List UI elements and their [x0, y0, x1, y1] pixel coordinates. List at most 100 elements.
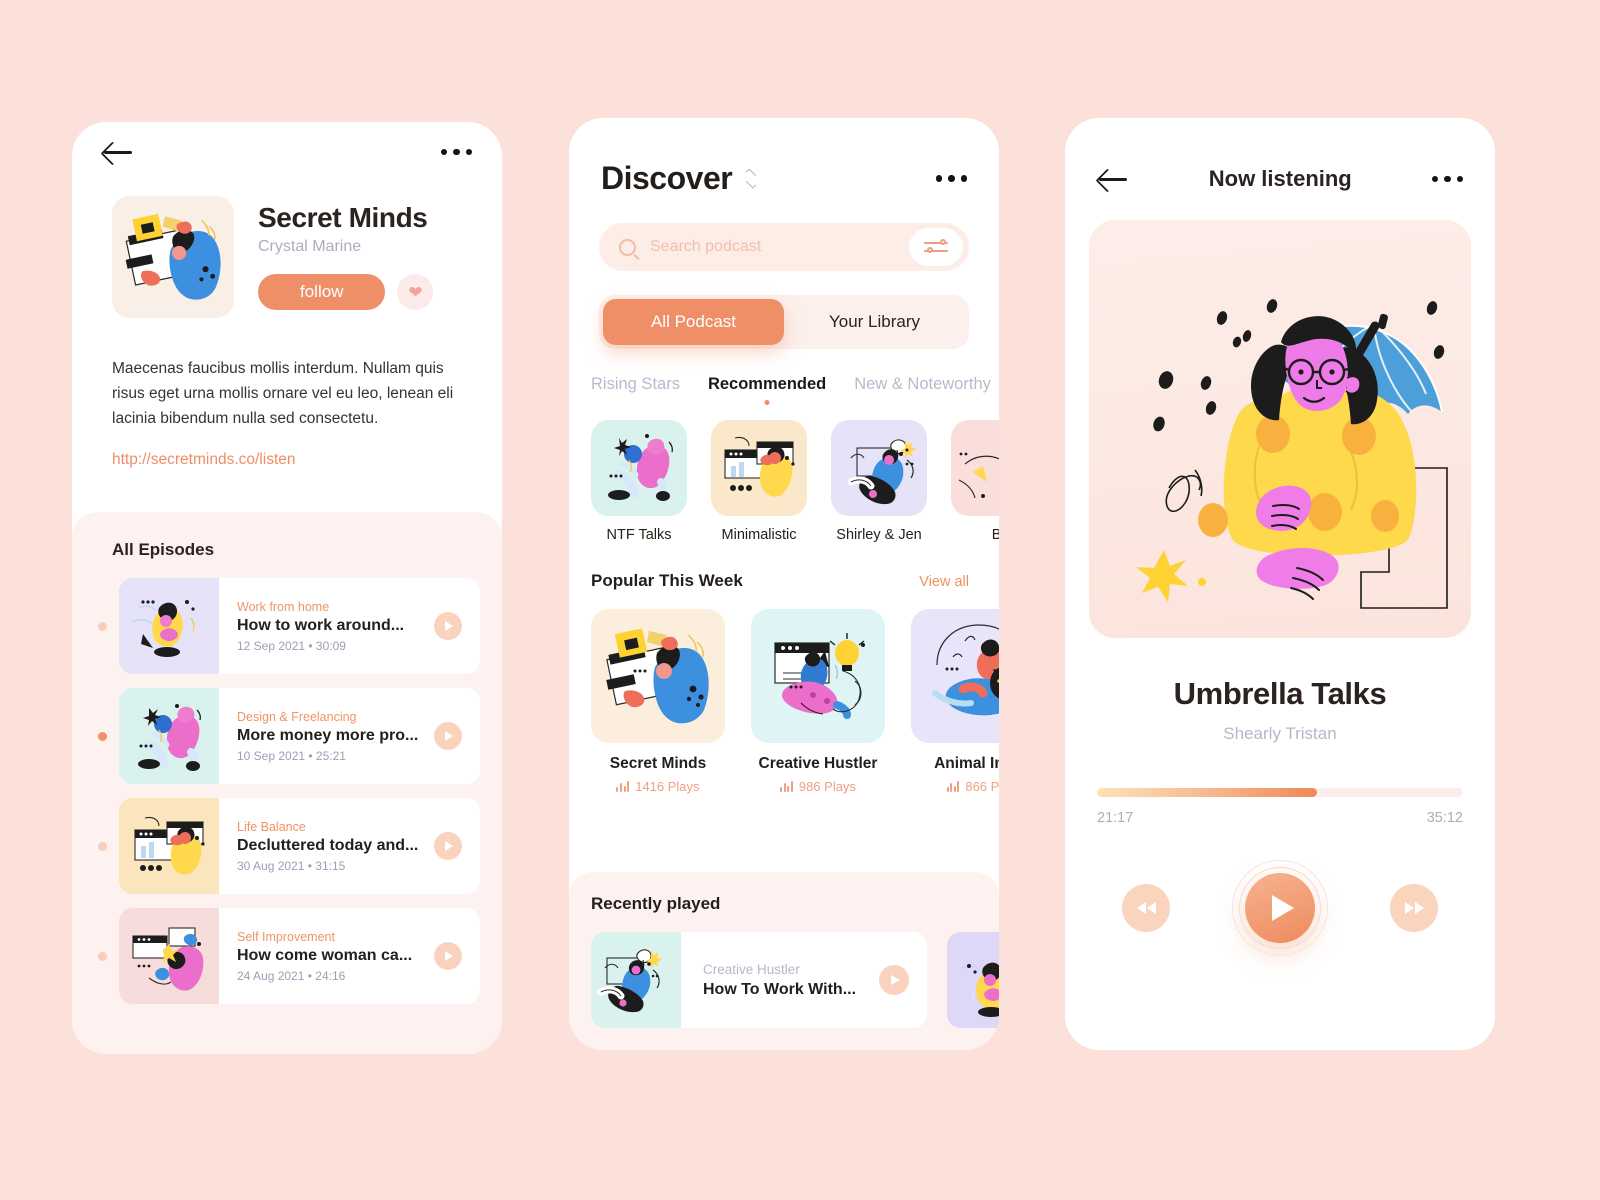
category-card[interactable]: Minimalistic	[711, 420, 807, 543]
podcast-cover-art	[112, 196, 234, 318]
rewind-icon[interactable]	[1122, 884, 1170, 932]
category-artwork	[591, 420, 687, 516]
subtab-rising-stars[interactable]: Rising Stars	[591, 375, 680, 394]
episode-title: Decluttered today and...	[237, 836, 419, 854]
category-label: NTF Talks	[606, 527, 672, 543]
popular-title: Creative Hustler	[758, 755, 878, 772]
episode-meta: 10 Sep 2021 • 25:21	[237, 748, 346, 763]
subtab-new-noteworthy[interactable]: New & Noteworthy	[854, 375, 991, 394]
elapsed-time: 21:17	[1097, 810, 1134, 826]
category-artwork	[951, 420, 999, 516]
episode-status-dot	[98, 621, 107, 631]
category-artwork	[711, 420, 807, 516]
more-options-icon[interactable]	[1431, 175, 1463, 183]
list-item[interactable]: Creative Hustler How To Work With...	[591, 932, 927, 1028]
view-all-link[interactable]: View all	[919, 574, 969, 590]
episode-card[interactable]: Work from home How to work around... 12 …	[119, 578, 480, 674]
list-item[interactable]: Work from home How to work around... 12 …	[72, 578, 502, 674]
episode-title: More money more pro...	[237, 726, 419, 744]
play-icon[interactable]	[434, 612, 462, 640]
popular-card[interactable]: Animal Insti 866 Pla	[911, 609, 999, 794]
total-time: 35:12	[1426, 810, 1463, 826]
play-button-group	[1232, 860, 1328, 956]
page-title: Now listening	[1208, 166, 1352, 191]
plays-count: 986 Plays	[798, 779, 856, 794]
popular-plays: 986 Plays	[751, 779, 885, 794]
tab-all-podcast[interactable]: All Podcast	[603, 299, 784, 345]
recent-category: Creative Hustler	[703, 961, 800, 977]
episode-meta: 30 Aug 2021 • 31:15	[237, 858, 346, 873]
recent-next-peek[interactable]	[947, 932, 999, 1028]
plays-count: 1416 Plays	[635, 779, 700, 794]
tab-your-library[interactable]: Your Library	[784, 299, 965, 345]
podcast-description: Maecenas faucibus mollis interdum. Nulla…	[112, 360, 454, 428]
popular-card[interactable]: Creative Hustler 986 Plays	[751, 609, 885, 794]
search-icon	[619, 238, 636, 256]
category-card[interactable]: Shirley & Jen	[831, 420, 927, 543]
episode-status-dot	[98, 841, 107, 851]
profile-topbar	[72, 122, 502, 182]
popular-artwork	[911, 609, 999, 743]
play-icon[interactable]	[879, 965, 909, 995]
episode-status-dot	[98, 731, 107, 741]
list-item[interactable]: Self Improvement How come woman ca... 24…	[72, 908, 502, 1004]
now-playing-screen: Now listening Umbrella Talks Shearly Tri…	[1065, 118, 1495, 1050]
episode-card[interactable]: Life Balance Decluttered today and... 30…	[119, 798, 480, 894]
recently-played-heading: Recently played	[591, 894, 721, 913]
filter-sliders-icon	[924, 239, 948, 255]
category-card[interactable]: NTF Talks	[591, 420, 687, 543]
play-icon[interactable]	[434, 832, 462, 860]
back-arrow-icon[interactable]	[1097, 166, 1129, 192]
list-item[interactable]: Life Balance Decluttered today and... 30…	[72, 798, 502, 894]
episode-meta: 24 Aug 2021 • 24:16	[237, 968, 346, 983]
subtab-recommended[interactable]: Recommended	[708, 375, 826, 394]
more-options-icon[interactable]	[935, 175, 967, 182]
episode-category: Self Improvement	[237, 929, 335, 944]
search-input[interactable]	[636, 238, 909, 256]
podcast-website-link[interactable]: http://secretminds.co/listen	[112, 451, 462, 469]
list-item[interactable]: Design & Freelancing More money more pro…	[72, 688, 502, 784]
recently-played-panel: Recently played Creative Hustler How To …	[569, 872, 999, 1050]
play-icon[interactable]	[434, 942, 462, 970]
back-arrow-icon[interactable]	[102, 139, 134, 165]
episode-list: Work from home How to work around... 12 …	[72, 578, 502, 1004]
category-label: Br	[991, 527, 999, 543]
track-author: Shearly Tristan	[1223, 724, 1337, 743]
all-episodes-panel: All Episodes Work from home How to work …	[72, 512, 502, 1054]
podcast-profile-screen: Secret Minds Crystal Marine follow ❤ Mae…	[72, 122, 502, 1054]
follow-button[interactable]: follow	[258, 274, 386, 310]
progress-slider[interactable]	[1097, 788, 1463, 797]
sort-chevrons-icon[interactable]	[744, 168, 758, 189]
popular-plays: 1416 Plays	[591, 779, 725, 794]
episode-category: Life Balance	[237, 819, 306, 834]
category-carousel: NTF Talks Minimalistic Shirley & Jen B	[569, 394, 999, 543]
episode-card[interactable]: Self Improvement How come woman ca... 24…	[119, 908, 480, 1004]
equalizer-icon	[780, 781, 793, 792]
episode-thumbnail	[119, 798, 219, 894]
popular-card[interactable]: Secret Minds 1416 Plays	[591, 609, 725, 794]
category-card[interactable]: Br	[951, 420, 999, 543]
episode-meta: 12 Sep 2021 • 30:09	[237, 638, 346, 653]
episode-info: Self Improvement How come woman ca... 24…	[219, 930, 434, 983]
popular-title: Secret Minds	[609, 755, 707, 772]
favorite-button[interactable]: ❤	[397, 274, 434, 310]
popular-carousel: Secret Minds 1416 Plays Creative Hustler…	[569, 591, 999, 794]
player-topbar: Now listening	[1065, 118, 1495, 192]
more-options-icon[interactable]	[440, 148, 472, 156]
category-label: Minimalistic	[721, 527, 797, 543]
podcast-author: Crystal Marine	[258, 238, 362, 255]
episode-category: Work from home	[237, 599, 330, 614]
episode-card[interactable]: Design & Freelancing More money more pro…	[119, 688, 480, 784]
episode-info: Work from home How to work around... 12 …	[219, 600, 434, 653]
player-controls	[1065, 860, 1495, 956]
filter-button[interactable]	[909, 228, 963, 266]
podcast-meta: Secret Minds Crystal Marine follow ❤	[258, 196, 434, 318]
category-artwork	[831, 420, 927, 516]
search-bar[interactable]	[599, 223, 969, 271]
episode-thumbnail	[119, 908, 219, 1004]
episode-info: Life Balance Decluttered today and... 30…	[219, 820, 434, 873]
fast-forward-icon[interactable]	[1390, 884, 1438, 932]
play-icon[interactable]	[434, 722, 462, 750]
popular-plays: 866 Pla	[911, 779, 999, 794]
podcast-scope-segment: All Podcast Your Library	[599, 295, 969, 349]
